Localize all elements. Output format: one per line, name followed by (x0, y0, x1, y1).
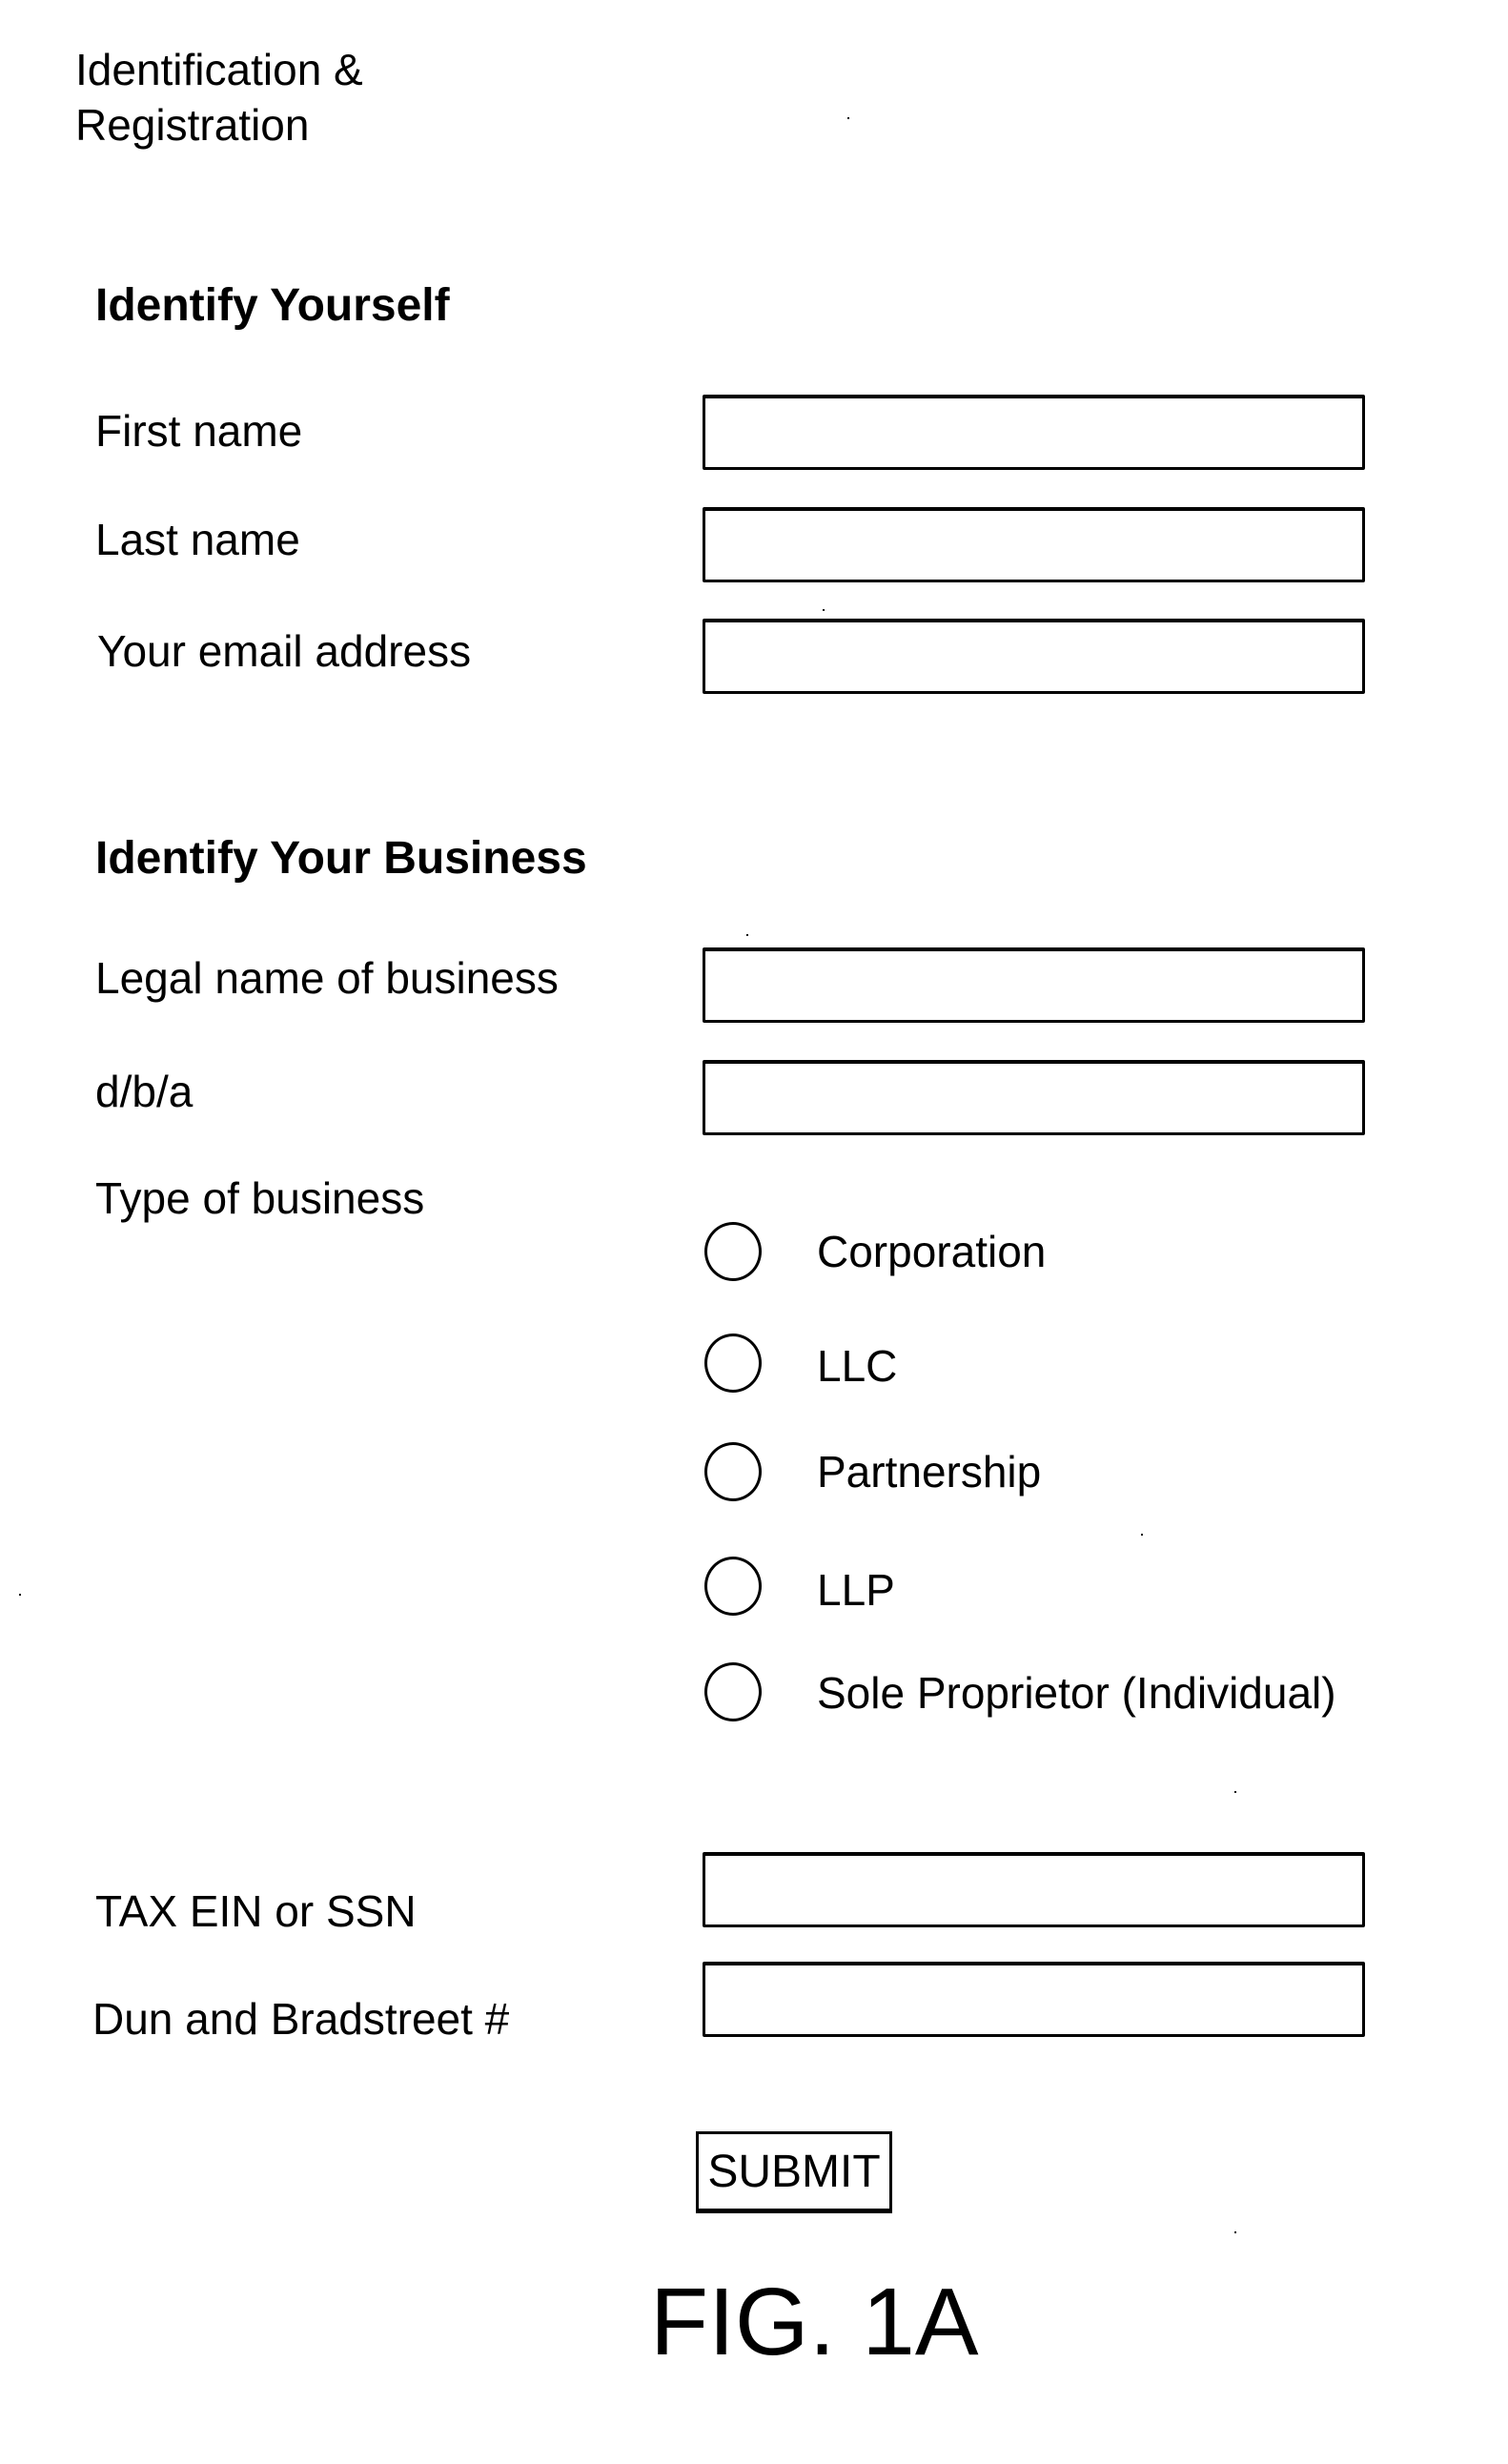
dun-bradstreet-input[interactable] (703, 1962, 1365, 2037)
section-heading-identify-business: Identify Your Business (95, 833, 587, 884)
dun-bradstreet-label: Dun and Bradstreet # (92, 1994, 510, 2044)
scan-speck (19, 1594, 21, 1596)
email-label: Your email address (97, 626, 472, 676)
email-input[interactable] (703, 619, 1365, 694)
radio-corporation[interactable] (704, 1222, 762, 1281)
submit-button[interactable]: SUBMIT (696, 2131, 892, 2213)
scan-speck (1234, 1791, 1236, 1793)
radio-label-llp[interactable]: LLP (817, 1564, 895, 1616)
scan-speck (823, 609, 825, 611)
radio-partnership[interactable] (704, 1442, 762, 1501)
first-name-label: First name (95, 406, 303, 456)
radio-label-partnership[interactable]: Partnership (817, 1446, 1041, 1497)
first-name-input[interactable] (703, 395, 1365, 470)
radio-label-corporation[interactable]: Corporation (817, 1226, 1046, 1277)
radio-llp[interactable] (704, 1557, 762, 1616)
scan-speck (847, 117, 849, 119)
tax-ein-label: TAX EIN or SSN (95, 1886, 417, 1936)
scan-speck (1234, 2231, 1236, 2233)
business-type-label: Type of business (95, 1173, 425, 1223)
radio-label-llc[interactable]: LLC (817, 1340, 897, 1392)
page-title-line1: Identification & (75, 45, 363, 94)
radio-llc[interactable] (704, 1334, 762, 1393)
radio-sole-proprietor[interactable] (704, 1662, 762, 1721)
scan-speck (746, 934, 748, 936)
legal-name-input[interactable] (703, 947, 1365, 1023)
page-title-line2: Registration (75, 100, 310, 150)
last-name-input[interactable] (703, 507, 1365, 582)
section-heading-identify-yourself: Identify Yourself (95, 280, 450, 331)
radio-label-sole-proprietor[interactable]: Sole Proprietor (Individual) (817, 1667, 1336, 1719)
page-title: Identification & Registration (75, 42, 363, 153)
figure-label: FIG. 1A (650, 2269, 979, 2375)
last-name-label: Last name (95, 515, 300, 564)
dba-input[interactable] (703, 1060, 1365, 1135)
legal-name-label: Legal name of business (95, 953, 559, 1003)
scan-speck (1141, 1534, 1143, 1536)
tax-ein-input[interactable] (703, 1852, 1365, 1927)
dba-label: d/b/a (95, 1067, 194, 1116)
